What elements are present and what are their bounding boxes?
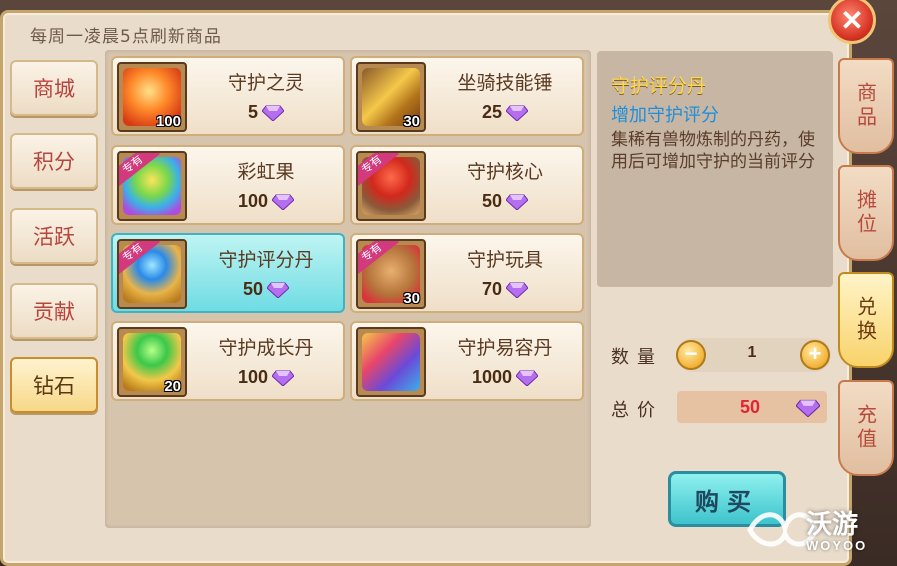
purple-diamond-icon	[272, 370, 295, 386]
item-name: 彩虹果	[237, 161, 295, 183]
close-button[interactable]: ✕	[828, 0, 876, 44]
item-price: 70	[432, 279, 578, 300]
item-detail-panel: 守护评分丹 增加守护评分 集稀有兽物炼制的丹药，使用后可增加守护的当前评分	[597, 51, 833, 287]
side-tab-recharge[interactable]: 充值	[838, 380, 894, 476]
item-price-value: 100	[237, 191, 269, 211]
purple-diamond-icon	[516, 370, 539, 386]
shop-item[interactable]: 20 守护成长丹 100	[111, 321, 345, 401]
rainbow-fruit-icon: 专有	[117, 151, 187, 221]
side-tab-goods[interactable]: 商品	[838, 58, 894, 154]
item-name: 守护之灵	[227, 72, 304, 94]
item-name: 守护玩具	[466, 249, 543, 271]
item-price: 100	[193, 191, 339, 212]
orange-spirit-orb-icon: 100	[117, 62, 187, 132]
item-name: 守护易容丹	[457, 337, 553, 359]
item-name: 守护成长丹	[218, 337, 314, 359]
refresh-note: 每周一凌晨5点刷新商品	[30, 27, 222, 47]
purple-diamond-icon	[506, 105, 529, 121]
decrease-quantity-button[interactable]: −	[676, 340, 706, 370]
item-price-value: 50	[242, 279, 264, 299]
detail-effect: 增加守护评分	[611, 105, 719, 126]
total-price-value: 50	[739, 397, 761, 417]
detail-description: 集稀有兽物炼制的丹药，使用后可增加守护的当前评分	[611, 130, 815, 172]
purple-diamond-icon	[796, 399, 820, 417]
teddy-bear-icon: 专有 30	[356, 239, 426, 309]
item-price-value: 5	[247, 102, 258, 122]
shop-item[interactable]: 专有 30 守护玩具 70	[350, 233, 584, 313]
side-tab-stall[interactable]: 摊位	[838, 165, 894, 261]
blue-pill-lotus-icon: 专有	[117, 239, 187, 309]
item-name: 守护核心	[466, 161, 543, 183]
side-tab-exchange[interactable]: 兑换	[838, 272, 894, 368]
item-price: 50	[432, 191, 578, 212]
item-price: 25	[432, 102, 578, 123]
shop-screen: 每周一凌晨5点刷新商品 商城 积分 活跃 贡献 钻石 100 守护之灵 5 30…	[0, 0, 897, 566]
item-price: 5	[193, 102, 339, 123]
watermark-text: 沃游	[806, 510, 859, 540]
item-price-value: 1000	[471, 367, 513, 387]
item-price: 1000	[432, 367, 578, 388]
category-tab-contribution[interactable]: 贡献	[10, 283, 98, 339]
shop-item[interactable]: 专有 彩虹果 100	[111, 145, 345, 225]
item-quantity: 100	[155, 113, 181, 130]
purple-diamond-icon	[506, 282, 529, 298]
purple-diamond-icon	[272, 194, 295, 210]
watermark-subtext: WOYOO	[806, 538, 868, 553]
purple-diamond-icon	[506, 194, 529, 210]
total-price-label: 总价	[611, 400, 663, 421]
category-tab-points[interactable]: 积分	[10, 133, 98, 189]
item-price: 100	[193, 367, 339, 388]
quantity-label: 数量	[611, 347, 663, 368]
rainbow-mask-icon	[356, 327, 426, 397]
shop-item[interactable]: 30 坐骑技能锤 25	[350, 56, 584, 136]
category-tab-diamond[interactable]: 钻石	[10, 357, 98, 413]
increase-quantity-button[interactable]: +	[800, 340, 830, 370]
quantity-value[interactable]: 1	[720, 344, 784, 362]
shop-item[interactable]: 100 守护之灵 5	[111, 56, 345, 136]
category-tab-mall[interactable]: 商城	[10, 60, 98, 116]
item-price-value: 100	[237, 367, 269, 387]
item-price-value: 50	[481, 191, 503, 211]
item-price-value: 25	[481, 102, 503, 122]
red-core-chest-icon: 专有	[356, 151, 426, 221]
purple-diamond-icon	[267, 282, 290, 298]
item-price: 50	[193, 279, 339, 300]
item-name: 守护评分丹	[218, 249, 314, 271]
green-pill-gold-base-icon: 20	[117, 327, 187, 397]
golden-hammer-icon: 30	[356, 62, 426, 132]
item-quantity: 30	[403, 113, 420, 130]
shop-item[interactable]: 守护易容丹 1000	[350, 321, 584, 401]
category-tab-activity[interactable]: 活跃	[10, 208, 98, 264]
item-name: 坐骑技能锤	[457, 72, 553, 94]
purple-diamond-icon	[262, 105, 284, 121]
shop-item[interactable]: 专有 守护核心 50	[350, 145, 584, 225]
item-quantity: 20	[164, 378, 181, 395]
shop-item-selected[interactable]: 专有 守护评分丹 50	[111, 233, 345, 313]
item-price-value: 70	[481, 279, 503, 299]
detail-title: 守护评分丹	[611, 75, 707, 97]
item-quantity: 30	[403, 290, 420, 307]
